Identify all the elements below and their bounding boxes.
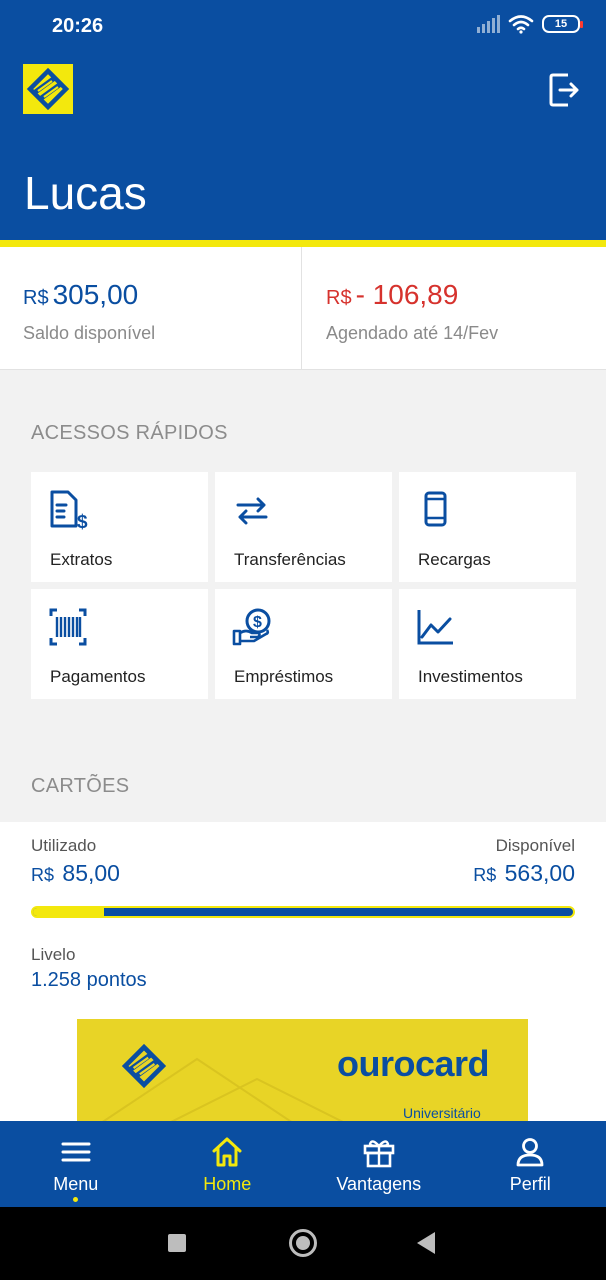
quick-access-investimentos[interactable]: Investimentos [399,589,576,699]
quick-access-extratos[interactable]: $ Extratos [31,472,208,582]
available-limit-currency: R$ [473,865,497,885]
available-limit-amount: R$ 563,00 [473,860,575,887]
nav-label: Perfil [509,1174,551,1194]
barcode-icon [49,608,87,646]
recents-icon[interactable] [168,1234,186,1252]
ourocard-card[interactable]: ourocard Universitário [77,1019,528,1122]
scheduled-balance[interactable]: R$ - 106,89 Agendado até 14/Fev [302,247,606,370]
quick-access-transferencias[interactable]: Transferências [215,472,392,582]
chart-icon [417,610,453,645]
available-value: 305,00 [52,279,139,310]
available-limit-label: Disponível [495,836,575,855]
nav-label: Vantagens [336,1174,422,1194]
tile-label: Pagamentos [50,667,146,686]
svg-text:$: $ [77,512,88,530]
statement-icon: $ [50,490,88,530]
available-currency: R$ [23,287,49,309]
nav-indicator [73,1197,79,1202]
used-label: Utilizado [31,836,97,855]
nav-vantagens[interactable]: Vantagens [303,1121,455,1207]
home-icon [212,1137,242,1167]
tile-label: Investimentos [418,667,523,686]
user-icon [516,1138,544,1167]
quick-access-recargas[interactable]: Recargas [399,472,576,582]
quick-access-emprestimos[interactable]: $ Empréstimos [215,589,392,699]
nav-menu[interactable]: Menu [0,1121,152,1207]
wifi-icon [508,15,534,34]
available-limit-value: 563,00 [504,860,575,886]
home-system-icon[interactable] [289,1229,317,1257]
nav-label: Home [203,1174,252,1194]
available-label: Saldo disponível [23,323,156,343]
card-subtitle: Universitário [403,1105,481,1121]
bottom-nav: Menu Home Vantagens Perfil [0,1121,606,1207]
status-icons: 15 [477,14,583,34]
available-amount: R$ 305,00 [23,279,138,311]
nav-home[interactable]: Home [152,1121,304,1207]
phone-icon [424,491,447,527]
tile-label: Transferências [234,550,346,569]
svg-text:$: $ [253,614,262,631]
quick-access-title: ACESSOS RÁPIDOS [31,422,228,444]
points-label: Livelo [31,945,76,964]
cards-title: CARTÕES [31,775,130,797]
used-amount: R$ 85,00 [31,860,120,887]
tile-label: Empréstimos [234,667,334,686]
user-name: Lucas [24,167,147,219]
tile-label: Recargas [418,550,491,569]
nav-label: Menu [53,1174,99,1194]
transfer-icon [236,497,268,525]
used-value: 85,00 [62,860,120,886]
scheduled-value: - 106,89 [355,279,459,310]
logout-icon[interactable] [548,72,580,108]
bb-card-logo-icon [121,1043,167,1089]
card-brand: ourocard [337,1043,490,1084]
back-icon[interactable] [417,1232,435,1254]
tile-label: Extratos [50,550,113,569]
nav-perfil[interactable]: Perfil [455,1121,606,1207]
scheduled-label: Agendado até 14/Fev [326,323,499,343]
balance-panel: R$ 305,00 Saldo disponível R$ - 106,89 Age… [0,247,606,370]
signal-icon [477,15,500,33]
credit-usage-bar [31,906,575,918]
scheduled-currency: R$ [326,287,352,309]
status-time: 20:26 [52,15,104,37]
used-currency: R$ [31,865,55,885]
gift-icon [363,1140,395,1168]
loan-icon: $ [232,608,271,646]
battery-icon: 15 [542,15,583,33]
menu-icon [61,1142,91,1162]
scheduled-amount: R$ - 106,89 [326,279,458,311]
points-value: 1.258 pontos [31,969,147,991]
system-nav-bar [0,1207,606,1280]
app-header: 20:26 15 Lucas [0,0,606,240]
header-stripe [0,240,606,247]
quick-access-pagamentos[interactable]: Pagamentos [31,589,208,699]
bb-logo-icon [23,64,73,114]
available-balance[interactable]: R$ 305,00 Saldo disponível [0,247,302,370]
credit-usage-fill [33,908,104,916]
cards-panel[interactable]: Utilizado R$ 85,00 Disponível R$ 563,00 … [0,822,606,1122]
